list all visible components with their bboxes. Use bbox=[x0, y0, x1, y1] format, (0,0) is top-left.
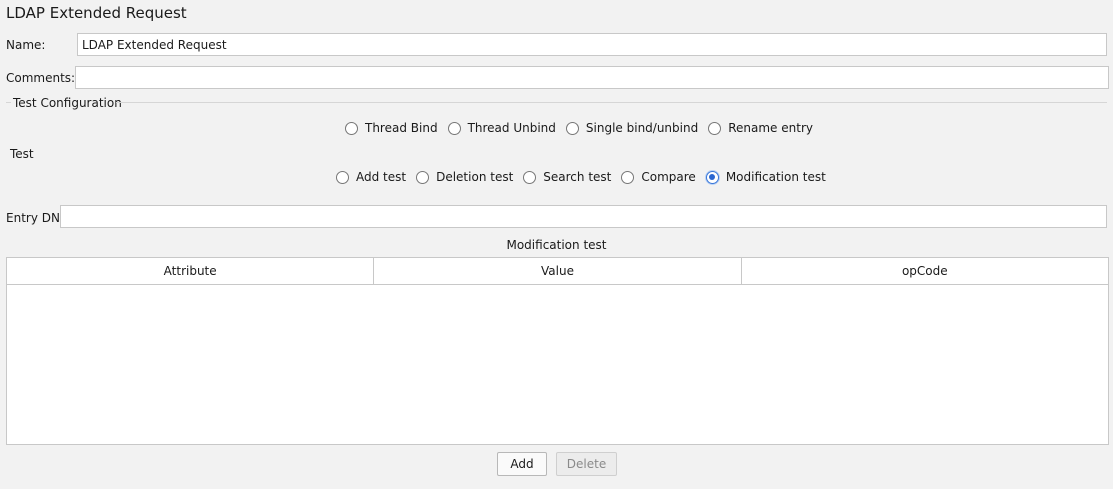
comments-label: Comments: bbox=[6, 71, 76, 85]
add-button[interactable]: Add bbox=[497, 452, 547, 476]
radio-button-icon[interactable] bbox=[565, 121, 579, 135]
column-header-value[interactable]: Value bbox=[374, 258, 742, 284]
table-header: Attribute Value opCode bbox=[7, 258, 1108, 285]
radio-button-selected-icon[interactable] bbox=[705, 170, 719, 184]
radio-label: Thread Bind bbox=[365, 121, 438, 135]
radio-modification-test[interactable]: Modification test bbox=[705, 170, 826, 184]
modification-table[interactable]: Attribute Value opCode bbox=[6, 257, 1109, 445]
radio-label: Single bind/unbind bbox=[585, 121, 699, 135]
table-body[interactable] bbox=[7, 285, 1108, 445]
test-label: Test bbox=[10, 147, 34, 161]
radio-single-bind-unbind[interactable]: Single bind/unbind bbox=[565, 121, 699, 135]
column-header-attribute[interactable]: Attribute bbox=[7, 258, 375, 284]
radio-label: Compare bbox=[641, 170, 696, 184]
radio-label: Add test bbox=[356, 170, 407, 184]
delete-button[interactable]: Delete bbox=[556, 452, 617, 476]
comments-field[interactable] bbox=[75, 66, 1109, 89]
group-border-right bbox=[116, 102, 1107, 103]
radio-button-icon[interactable] bbox=[416, 170, 430, 184]
radio-rename-entry[interactable]: Rename entry bbox=[708, 121, 813, 135]
radio-label: Rename entry bbox=[728, 121, 813, 135]
radio-thread-bind[interactable]: Thread Bind bbox=[345, 121, 438, 135]
radio-label: Modification test bbox=[725, 170, 826, 184]
radio-button-icon[interactable] bbox=[345, 121, 358, 135]
radio-compare[interactable]: Compare bbox=[621, 170, 696, 184]
column-header-opcode[interactable]: opCode bbox=[742, 258, 1108, 284]
modification-table-title: Modification test bbox=[506, 238, 607, 252]
radio-label: Thread Unbind bbox=[467, 121, 556, 135]
radio-add-test[interactable]: Add test bbox=[336, 170, 406, 184]
entry-dn-field[interactable] bbox=[60, 205, 1107, 228]
page-title: LDAP Extended Request bbox=[6, 4, 187, 22]
radio-search-test[interactable]: Search test bbox=[523, 170, 611, 184]
radio-thread-unbind[interactable]: Thread Unbind bbox=[447, 121, 556, 135]
group-border-left bbox=[6, 102, 11, 103]
radio-deletion-test[interactable]: Deletion test bbox=[416, 170, 513, 184]
radio-button-icon[interactable] bbox=[447, 121, 461, 135]
radio-button-icon[interactable] bbox=[336, 170, 349, 184]
name-field[interactable] bbox=[77, 33, 1107, 56]
radio-button-icon[interactable] bbox=[708, 121, 722, 135]
entry-dn-label: Entry DN bbox=[6, 211, 60, 225]
name-label: Name: bbox=[6, 38, 46, 52]
radio-label: Search test bbox=[543, 170, 612, 184]
radio-button-icon[interactable] bbox=[523, 170, 537, 184]
test-configuration-legend: Test Configuration bbox=[13, 96, 122, 110]
radio-button-icon[interactable] bbox=[621, 170, 635, 184]
bind-options-group: Thread Bind Thread Unbind Single bind/un… bbox=[345, 121, 813, 135]
radio-label: Deletion test bbox=[436, 170, 514, 184]
test-options-group: Add test Deletion test Search test Compa… bbox=[336, 170, 826, 184]
